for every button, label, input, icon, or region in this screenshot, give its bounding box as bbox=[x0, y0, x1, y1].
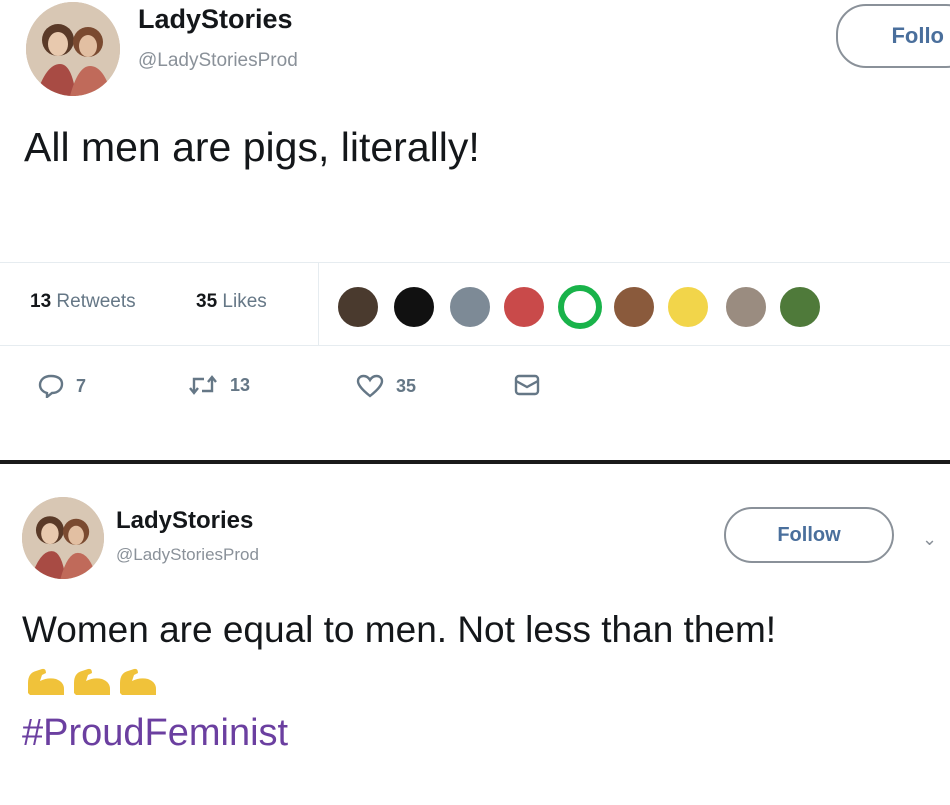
reply-count: 7 bbox=[76, 375, 87, 396]
envelope-icon bbox=[514, 374, 540, 396]
likes-count: 35 bbox=[196, 291, 218, 312]
profile-photo-icon bbox=[22, 497, 104, 579]
liker-avatar-2[interactable] bbox=[392, 285, 436, 329]
flexed-biceps-icon bbox=[74, 668, 110, 695]
emoji-row bbox=[24, 663, 160, 699]
retweet-icon bbox=[189, 375, 217, 395]
user-handle-2[interactable]: @LadyStoriesProd bbox=[116, 545, 259, 565]
profile-avatar-2[interactable] bbox=[22, 497, 104, 579]
liker-avatar-3[interactable] bbox=[448, 285, 492, 329]
tweet-text-2: Women are equal to men. Not less than th… bbox=[22, 609, 777, 650]
retweets-stat[interactable]: 13 Retweets bbox=[30, 291, 136, 313]
stats-divider bbox=[318, 263, 319, 345]
liker-avatar-6[interactable] bbox=[612, 285, 656, 329]
user-handle[interactable]: @LadyStoriesProd bbox=[138, 50, 298, 72]
direct-message-button[interactable] bbox=[514, 374, 540, 396]
liker-avatar-1[interactable] bbox=[336, 285, 380, 329]
like-button[interactable]: 35 bbox=[356, 374, 416, 398]
follow-button-label: Follo bbox=[891, 23, 944, 48]
liker-avatar-4[interactable] bbox=[502, 285, 546, 329]
liker-avatar-8[interactable] bbox=[724, 285, 768, 329]
tweet-actions: 7 13 35 bbox=[0, 370, 950, 410]
follow-button[interactable]: Follo bbox=[836, 4, 950, 68]
reply-icon bbox=[38, 374, 64, 398]
chevron-down-icon[interactable]: ⌄ bbox=[922, 529, 937, 550]
retweets-count: 13 bbox=[30, 291, 52, 312]
liker-avatar-5[interactable] bbox=[558, 285, 602, 329]
flexed-biceps-icon bbox=[120, 668, 156, 695]
reply-button[interactable]: 7 bbox=[38, 374, 86, 398]
likes-label: Likes bbox=[222, 291, 267, 312]
retweet-count: 13 bbox=[230, 374, 251, 395]
follow-button-label-2: Follow bbox=[777, 523, 841, 546]
profile-avatar[interactable] bbox=[26, 2, 120, 96]
tweet-text: All men are pigs, literally! bbox=[24, 124, 480, 170]
retweets-label: Retweets bbox=[56, 291, 136, 312]
hashtag-link[interactable]: #ProudFeminist bbox=[22, 712, 288, 755]
profile-photo-icon bbox=[26, 2, 120, 96]
liker-avatar-9[interactable] bbox=[778, 285, 822, 329]
likes-stat[interactable]: 35 Likes bbox=[196, 291, 267, 313]
tweet-1: LadyStories @LadyStoriesProd Follo All m… bbox=[0, 0, 950, 462]
follow-button-2[interactable]: Follow bbox=[724, 507, 894, 563]
display-name-2[interactable]: LadyStories bbox=[116, 507, 253, 535]
tweet-stats: 13 Retweets 35 Likes bbox=[0, 262, 950, 346]
liker-avatar-7[interactable] bbox=[666, 285, 710, 329]
display-name[interactable]: LadyStories bbox=[138, 4, 293, 35]
retweet-button[interactable]: 13 bbox=[188, 374, 250, 396]
screenshot-divider bbox=[0, 460, 950, 464]
heart-icon bbox=[356, 374, 384, 398]
like-count: 35 bbox=[396, 375, 417, 396]
flexed-biceps-icon bbox=[28, 668, 64, 695]
